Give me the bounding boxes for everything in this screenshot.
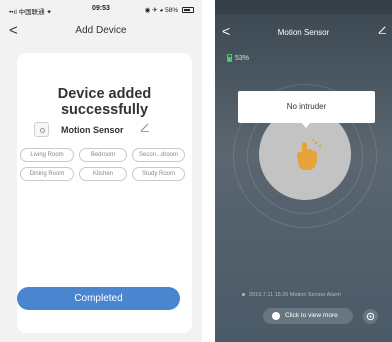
status-bubble: No intruder	[238, 91, 375, 123]
success-message: Device added successfully	[57, 86, 152, 118]
info-icon	[272, 312, 280, 320]
room-chip-second-bedroom[interactable]: Secon...droom	[132, 148, 185, 162]
device-name: Motion Sensor	[61, 125, 124, 135]
battery-level: 53%	[235, 54, 250, 62]
room-chip-kitchen[interactable]: Kitchen	[79, 167, 127, 181]
hand-icon	[297, 139, 322, 170]
battery-icon	[227, 54, 232, 62]
page-title: Motion Sensor	[277, 28, 330, 37]
nav-bar: < Motion Sensor	[215, 23, 392, 41]
status-indicator-text: ◉ ✈ ◕ 58%	[144, 7, 179, 14]
page-title: Add Device	[75, 25, 127, 36]
room-chip-dining-room[interactable]: Dining Room	[20, 167, 74, 181]
edit-icon[interactable]	[140, 122, 150, 132]
view-more-label: Click to view more	[285, 312, 338, 319]
room-chip-study-room[interactable]: Study Room	[132, 167, 185, 181]
battery-icon	[182, 7, 194, 14]
alarm-log: 2019.7.11 15:26 Motion Sensor Alarm	[242, 292, 341, 298]
room-chip-bedroom[interactable]: Bedroom	[79, 148, 127, 162]
edit-icon[interactable]	[378, 25, 387, 34]
status-bar: ••ıl 中国联通 ✦ 09:53 ◉ ✈ ◕ 58%	[0, 4, 202, 16]
view-more-button[interactable]: Click to view more	[263, 308, 353, 324]
battery-status: 53%	[227, 54, 249, 62]
log-dot-icon	[242, 293, 245, 297]
status-bar	[215, 0, 392, 14]
device-icon	[34, 122, 49, 137]
status-bubble-pointer	[301, 122, 311, 128]
nav-bar: < Add Device	[0, 22, 202, 40]
settings-icon[interactable]	[363, 309, 378, 324]
room-chip-living-room[interactable]: Living Room	[20, 148, 74, 162]
status-indicators: ◉ ✈ ◕ 58%	[145, 6, 194, 14]
alarm-log-text: 2019.7.11 15:26 Motion Sensor Alarm	[249, 292, 341, 298]
motion-sensor-screen: < Motion Sensor 53% No intruder 2019.7.1…	[215, 0, 392, 342]
add-device-screen: ••ıl 中国联通 ✦ 09:53 ◉ ✈ ◕ 58% < Add Device…	[0, 0, 202, 342]
completed-button[interactable]: Completed	[17, 287, 180, 310]
